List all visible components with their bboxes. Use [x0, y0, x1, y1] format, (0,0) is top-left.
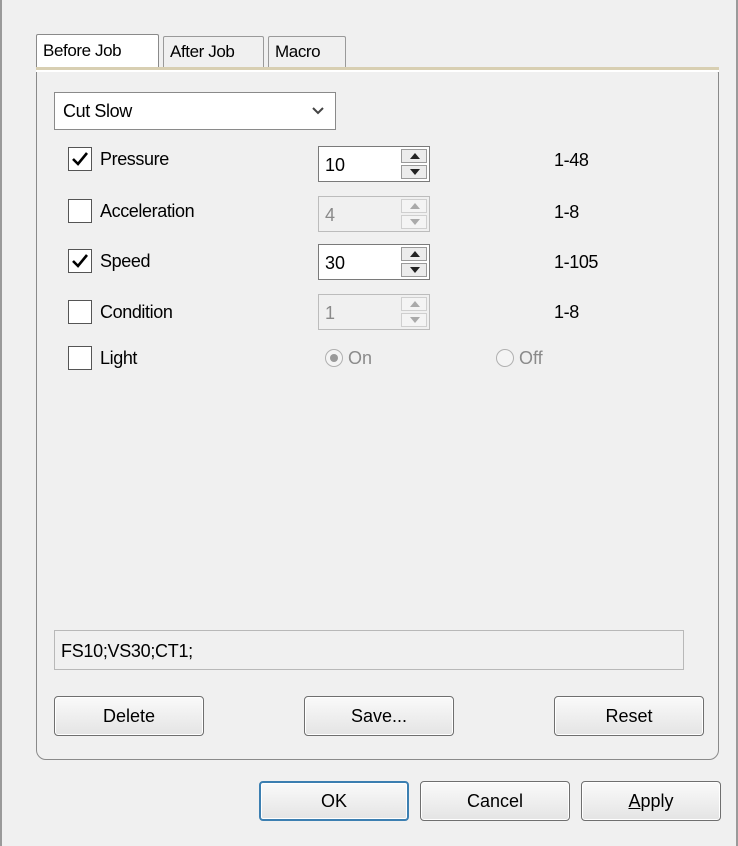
acceleration-decrement-button[interactable]: [401, 215, 427, 229]
pressure-range: 1-48: [554, 150, 589, 170]
arrow-down-icon: [410, 317, 420, 323]
arrow-up-icon: [410, 301, 420, 307]
acceleration-range: 1-8: [554, 202, 579, 222]
speed-checkbox[interactable]: [68, 249, 92, 273]
arrow-up-icon: [410, 251, 420, 257]
radio-selected-dot: [330, 354, 338, 362]
pressure-label: Pressure: [100, 149, 169, 169]
preset-dropdown[interactable]: Cut Slow: [54, 92, 336, 130]
acceleration-increment-button[interactable]: [401, 199, 427, 213]
arrow-down-icon: [410, 169, 420, 175]
speed-label: Speed: [100, 251, 151, 271]
condition-range: 1-8: [554, 302, 579, 322]
tab-after-job[interactable]: After Job: [163, 36, 264, 67]
speed-value: 30: [325, 253, 346, 273]
cancel-button[interactable]: Cancel: [420, 781, 570, 821]
acceleration-spinner[interactable]: 4: [318, 196, 430, 232]
speed-spinner[interactable]: 30: [318, 244, 430, 280]
condition-label: Condition: [100, 302, 173, 322]
pressure-checkbox[interactable]: [68, 147, 92, 171]
reset-button[interactable]: Reset: [554, 696, 704, 736]
apply-button[interactable]: Apply: [581, 781, 721, 821]
pressure-increment-button[interactable]: [401, 149, 427, 163]
command-string-value: FS10;VS30;CT1;: [61, 641, 193, 661]
arrow-down-icon: [410, 219, 420, 225]
condition-increment-button[interactable]: [401, 297, 427, 311]
apply-label-rest: pply: [640, 791, 674, 811]
condition-checkbox[interactable]: [68, 300, 92, 324]
ok-button[interactable]: OK: [259, 781, 409, 821]
acceleration-label: Acceleration: [100, 201, 195, 221]
acceleration-checkbox[interactable]: [68, 199, 92, 223]
arrow-up-icon: [410, 203, 420, 209]
pressure-decrement-button[interactable]: [401, 165, 427, 179]
checkmark-icon: [72, 254, 89, 268]
acceleration-value: 4: [325, 205, 336, 225]
light-label: Light: [100, 348, 138, 368]
condition-decrement-button[interactable]: [401, 313, 427, 327]
light-on-label: On: [348, 348, 373, 368]
preset-dropdown-value: Cut Slow: [63, 101, 132, 121]
speed-range: 1-105: [554, 252, 599, 272]
pressure-value: 10: [325, 155, 346, 175]
condition-spinner[interactable]: 1: [318, 294, 430, 330]
tab-panel-highlight: [36, 70, 719, 72]
light-checkbox[interactable]: [68, 346, 92, 370]
save-button[interactable]: Save...: [304, 696, 454, 736]
speed-decrement-button[interactable]: [401, 263, 427, 277]
checkmark-icon: [72, 152, 89, 166]
delete-button[interactable]: Delete: [54, 696, 204, 736]
pressure-spinner[interactable]: 10: [318, 146, 430, 182]
tab-macro[interactable]: Macro: [268, 36, 346, 67]
light-off-label: Off: [519, 348, 543, 368]
apply-accelerator-key: A: [628, 791, 641, 811]
command-string-field: FS10;VS30;CT1;: [54, 630, 684, 670]
condition-value: 1: [325, 303, 336, 323]
chevron-down-icon: [312, 107, 324, 115]
speed-increment-button[interactable]: [401, 247, 427, 261]
arrow-up-icon: [410, 153, 420, 159]
window-left-border: [0, 0, 2, 846]
light-off-radio[interactable]: [496, 349, 514, 367]
tab-before-job[interactable]: Before Job: [36, 34, 159, 68]
light-on-radio[interactable]: [325, 349, 343, 367]
arrow-down-icon: [410, 267, 420, 273]
